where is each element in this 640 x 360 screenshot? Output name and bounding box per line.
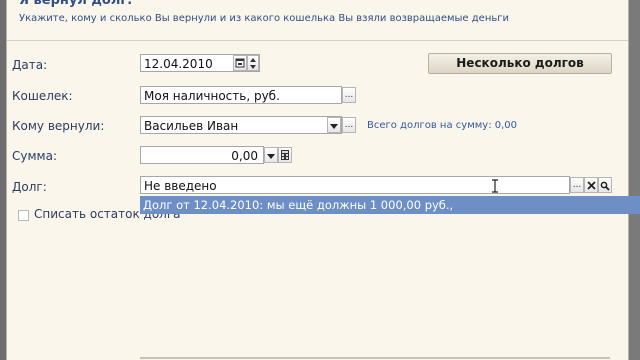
dialog-subtitle: Укажите, кому и сколько Вы вернули и из … xyxy=(19,13,510,24)
date-value: 12.04.2010 xyxy=(144,57,213,71)
date-field[interactable]: 12.04.2010 xyxy=(140,54,260,72)
debt-select-button[interactable]: ... xyxy=(570,177,584,193)
dialog-header: Я вернул долг: Укажите, кому и сколько В… xyxy=(7,0,628,42)
date-label: Дата: xyxy=(12,58,48,72)
write-off-checkbox[interactable] xyxy=(18,210,29,221)
header-divider xyxy=(7,40,628,41)
person-select-button[interactable]: ... xyxy=(342,117,356,133)
debt-field[interactable]: Не введено xyxy=(140,176,570,194)
text-cursor-icon xyxy=(492,179,498,193)
amount-label: Сумма: xyxy=(12,149,57,163)
bottom-divider xyxy=(140,357,610,359)
wallet-label: Кошелек: xyxy=(12,89,73,103)
close-icon[interactable] xyxy=(584,177,598,193)
chevron-down-icon[interactable] xyxy=(327,117,341,133)
wallet-value: Моя наличность, руб. xyxy=(144,89,280,103)
several-debts-button[interactable]: Несколько долгов xyxy=(428,53,612,74)
search-icon[interactable] xyxy=(598,177,612,193)
total-debts-info: Всего долгов на сумму: 0,00 xyxy=(367,120,518,131)
calculator-icon[interactable] xyxy=(278,147,292,163)
debt-dropdown-item[interactable]: Долг от 12.04.2010: мы ещё должны 1 000,… xyxy=(140,196,640,214)
debt-label: Долг: xyxy=(12,180,47,194)
returned-to-value: Васильев Иван xyxy=(144,119,239,133)
wallet-select-button[interactable]: ... xyxy=(342,87,356,103)
returned-to-field[interactable]: Васильев Иван xyxy=(140,116,342,134)
dialog-title: Я вернул долг: xyxy=(19,0,133,8)
calendar-icon[interactable] xyxy=(233,55,247,71)
spin-arrows-icon[interactable] xyxy=(247,55,259,71)
wallet-field[interactable]: Моя наличность, руб. xyxy=(140,86,342,104)
returned-to-label: Кому вернули: xyxy=(12,119,105,133)
amount-value: 0,00 xyxy=(231,149,258,163)
debt-value: Не введено xyxy=(144,179,217,193)
amount-dropdown-icon[interactable] xyxy=(264,147,278,163)
amount-field[interactable]: 0,00 xyxy=(140,146,264,164)
